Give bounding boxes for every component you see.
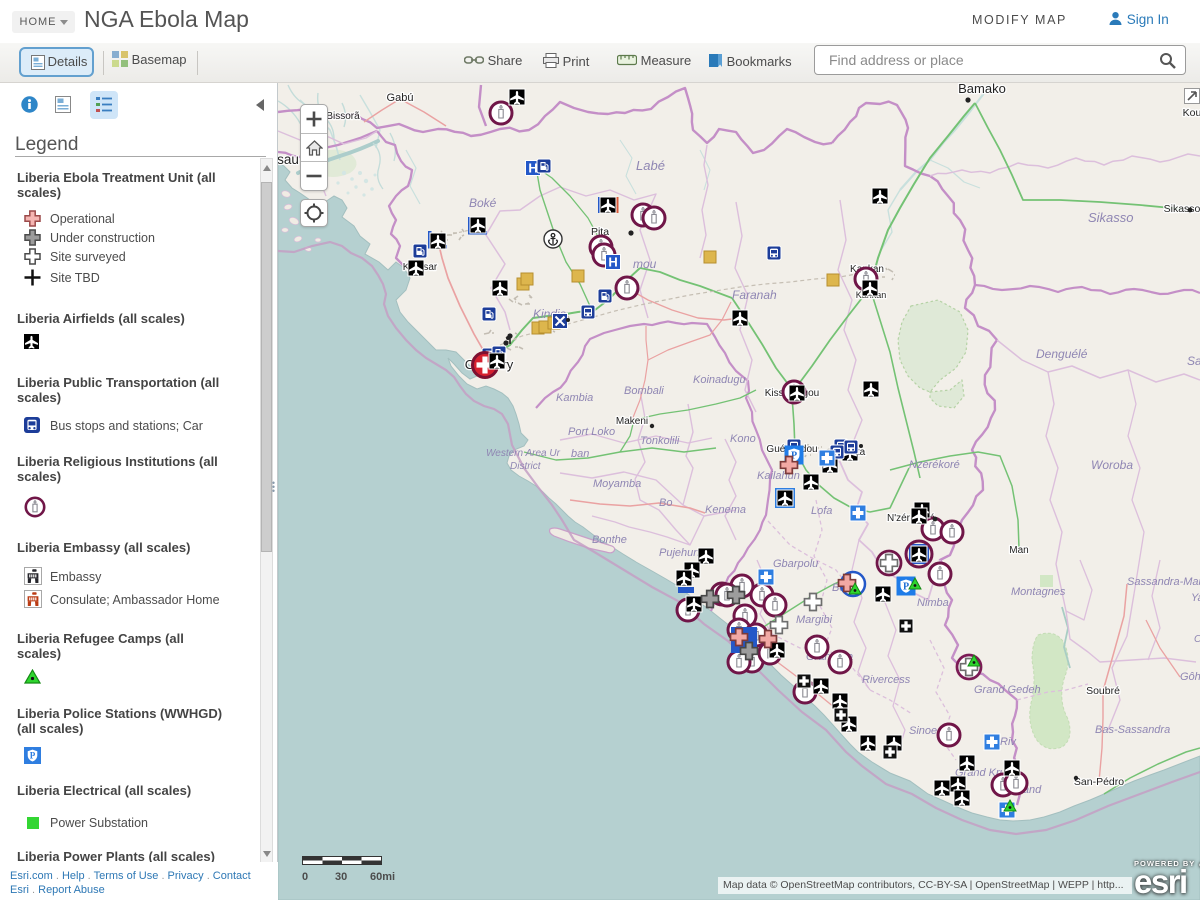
svg-text:Boké: Boké <box>469 196 497 210</box>
svg-text:Grand Gedeh: Grand Gedeh <box>974 684 1041 696</box>
svg-text:Bombali: Bombali <box>624 385 664 397</box>
svg-text:District: District <box>510 461 542 472</box>
svg-text:Makeni: Makeni <box>616 416 648 427</box>
svg-text:Tonkolili: Tonkolili <box>640 435 680 447</box>
svg-text:Lofa: Lofa <box>811 505 832 517</box>
svg-text:Labé: Labé <box>636 158 665 173</box>
svg-text:Bas-Sassandra: Bas-Sassandra <box>1095 724 1170 736</box>
svg-text:Koinadugu: Koinadugu <box>693 374 746 386</box>
svg-text:Savar: Savar <box>1187 354 1200 368</box>
svg-text:San-Pédro: San-Pédro <box>1074 776 1124 788</box>
svg-text:Gabú: Gabú <box>387 92 414 104</box>
svg-text:Faranah: Faranah <box>732 288 777 302</box>
svg-text:Rivercess: Rivercess <box>862 674 911 686</box>
svg-text:Kambia: Kambia <box>556 392 593 404</box>
svg-text:Bamako: Bamako <box>958 83 1006 96</box>
svg-text:Woroba: Woroba <box>1091 458 1133 472</box>
svg-text:Kailahun: Kailahun <box>757 470 800 482</box>
svg-text:Denguélé: Denguélé <box>1036 347 1088 361</box>
svg-text:mou: mou <box>633 257 657 271</box>
svg-text:H: H <box>528 161 537 176</box>
svg-text:Moyamba: Moyamba <box>593 478 641 490</box>
svg-text:Man: Man <box>1009 545 1028 556</box>
svg-text:Margibi: Margibi <box>796 614 833 626</box>
svg-text:Gôh-Djib: Gôh-Djib <box>1180 671 1200 683</box>
svg-text:Gbarpolu: Gbarpolu <box>773 558 818 570</box>
svg-text:Bissorã: Bissorã <box>326 111 360 122</box>
svg-text:Bo: Bo <box>659 497 672 509</box>
svg-text:H: H <box>608 255 617 270</box>
svg-text:Riv: Riv <box>1000 736 1017 748</box>
svg-text:Nzérékoré: Nzérékoré <box>909 459 960 471</box>
svg-text:ban: ban <box>571 448 589 460</box>
svg-text:Sinoe: Sinoe <box>909 725 937 737</box>
svg-text:Yam: Yam <box>1191 592 1200 604</box>
svg-text:Kenema: Kenema <box>705 504 746 516</box>
svg-text:O: O <box>1194 634 1200 645</box>
svg-text:P: P <box>30 751 36 761</box>
svg-text:Kou: Kou <box>1183 107 1200 119</box>
svg-text:Nimba: Nimba <box>917 597 949 609</box>
svg-text:sau: sau <box>278 152 299 167</box>
svg-text:Port Loko: Port Loko <box>568 426 615 438</box>
svg-text:Sikasso: Sikasso <box>1088 210 1134 225</box>
svg-text:Pujehun: Pujehun <box>659 547 699 559</box>
svg-text:Kono: Kono <box>730 433 756 445</box>
svg-text:Montagnes: Montagnes <box>1011 586 1066 598</box>
svg-text:Sikasso: Sikasso <box>1164 203 1200 215</box>
svg-text:Soubré: Soubré <box>1086 685 1120 697</box>
svg-text:Western Area Ur: Western Area Ur <box>486 448 561 459</box>
svg-text:Bonthe: Bonthe <box>592 534 627 546</box>
svg-text:Sassandra-Marahoué: Sassandra-Marahoué <box>1127 576 1200 588</box>
